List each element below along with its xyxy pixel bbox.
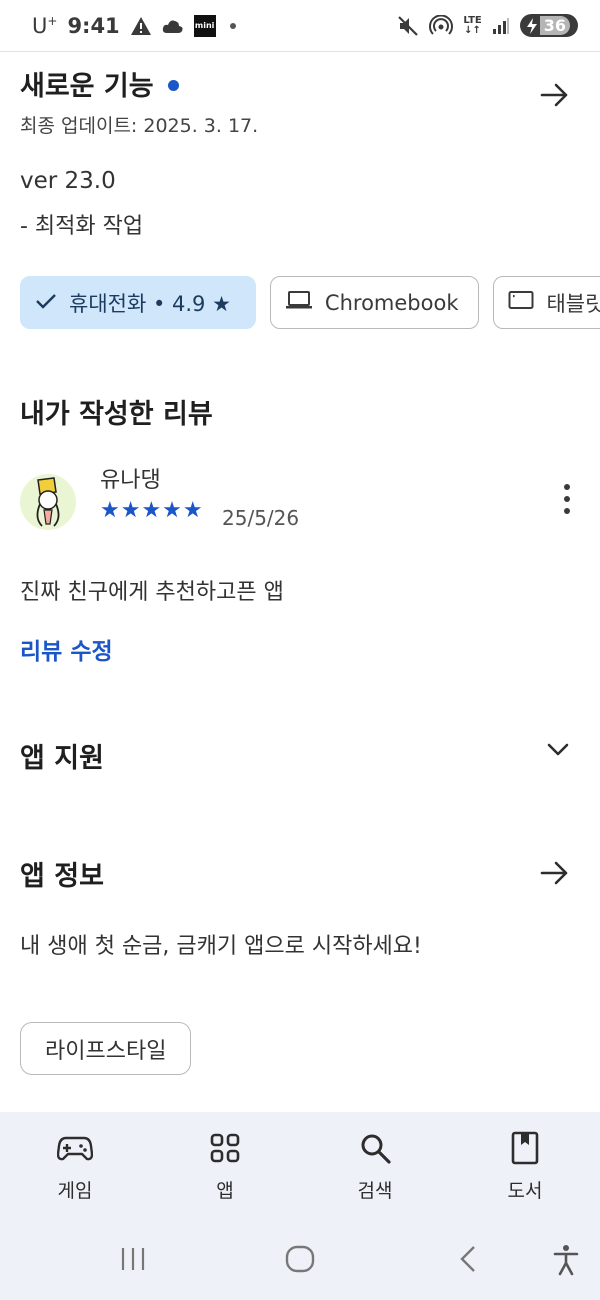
nav-apps[interactable]: 앱 — [150, 1112, 300, 1230]
check-icon — [35, 291, 57, 315]
my-review-title: 내가 작성한 리뷰 — [20, 399, 213, 430]
nav-games[interactable]: 게임 — [0, 1112, 150, 1230]
nav-search[interactable]: 검색 — [300, 1112, 450, 1230]
status-bar: U+ 9:41 mini LTE ↓↑ 36 — [0, 0, 600, 52]
chip-label: 태블릿 — [546, 291, 600, 316]
accessibility-icon[interactable] — [552, 1244, 580, 1276]
status-time: 9:41 — [67, 13, 120, 38]
app-detail-content[interactable]: 새로운 기능 최종 업데이트: 2025. 3. 17. ver 23.0 - … — [0, 52, 600, 1112]
dot-icon — [229, 22, 236, 29]
chip-label: Chromebook — [324, 290, 459, 315]
mute-icon — [397, 15, 419, 37]
category-chip[interactable]: 라이프스타일 — [20, 1022, 192, 1075]
avatar[interactable] — [20, 474, 76, 530]
gamepad-icon — [57, 1128, 93, 1168]
last-updated-text: 최종 업데이트: 2025. 3. 17. — [20, 115, 259, 137]
signal-icon — [492, 17, 510, 35]
chevron-down-icon[interactable] — [546, 742, 570, 762]
review-header: 유나댕 ★★★★★ 25/5/26 — [20, 468, 580, 540]
chip-phone[interactable]: 휴대전화 • 4.9 ★ — [20, 276, 256, 329]
apps-grid-icon — [210, 1128, 240, 1168]
edit-review-link[interactable]: 리뷰 수정 — [20, 632, 113, 666]
whats-new-section[interactable]: 새로운 기능 최종 업데이트: 2025. 3. 17. — [20, 64, 580, 138]
more-vert-icon[interactable] — [564, 484, 570, 514]
app-support-title[interactable]: 앱 지원 — [20, 736, 104, 775]
release-notes: - 최적화 작업 — [20, 214, 144, 239]
carrier-label: U+ — [32, 13, 58, 38]
nav-label: 앱 — [216, 1180, 234, 1202]
system-nav-bar — [0, 1230, 600, 1300]
laptop-icon — [285, 290, 313, 315]
nav-books[interactable]: 도서 — [450, 1112, 600, 1230]
chip-tablet[interactable]: 태블릿 — [493, 276, 600, 329]
back-icon[interactable] — [456, 1244, 480, 1274]
lte-icon: LTE ↓↑ — [463, 14, 482, 36]
reviewer-name: 유나댕 — [100, 468, 161, 493]
device-chips: 휴대전화 • 4.9 ★ Chromebook 태블릿 — [20, 276, 600, 329]
recent-apps-icon[interactable] — [118, 1244, 148, 1274]
arrow-right-icon[interactable] — [540, 82, 570, 112]
nav-label: 도서 — [507, 1180, 543, 1202]
app-description: 내 생애 첫 순금, 금캐기 앱으로 시작하세요! — [20, 934, 422, 959]
tablet-icon — [508, 290, 534, 315]
mini-app-icon: mini — [193, 14, 216, 37]
search-icon — [359, 1128, 391, 1168]
new-indicator-dot — [167, 80, 179, 91]
app-info-title[interactable]: 앱 정보 — [20, 854, 104, 893]
nav-label: 게임 — [57, 1180, 93, 1202]
warning-icon — [130, 16, 152, 36]
hotspot-icon — [429, 14, 454, 37]
whats-new-title: 새로운 기능 — [20, 71, 154, 102]
review-text: 진짜 친구에게 추천하고픈 앱 — [20, 580, 284, 605]
bottom-nav: 게임 앱 검색 도서 — [0, 1112, 600, 1230]
chip-label: 휴대전화 • 4.9 ★ — [69, 291, 231, 316]
book-icon — [511, 1128, 539, 1168]
nav-label: 검색 — [357, 1180, 393, 1202]
arrow-right-icon[interactable] — [540, 860, 570, 890]
cloud-icon — [162, 18, 184, 34]
chip-chromebook[interactable]: Chromebook — [269, 276, 480, 329]
review-date: 25/5/26 — [222, 506, 300, 530]
battery-charging-icon: 36 — [519, 14, 578, 37]
home-icon[interactable] — [284, 1244, 316, 1274]
star-rating: ★★★★★ — [100, 498, 204, 523]
version-text: ver 23.0 — [20, 168, 116, 194]
